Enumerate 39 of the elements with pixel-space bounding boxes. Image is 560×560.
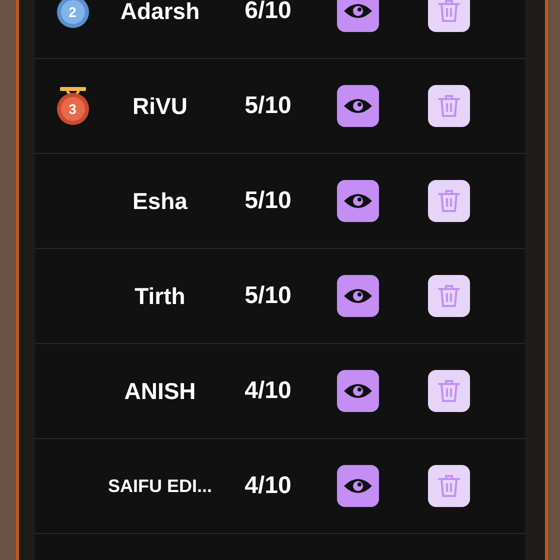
trash-icon — [438, 0, 460, 23]
eye-icon — [343, 477, 373, 495]
medal-icon — [56, 86, 90, 126]
delete-button[interactable] — [428, 180, 470, 222]
trash-icon — [438, 189, 460, 213]
view-button[interactable] — [337, 180, 379, 222]
score: 5/10 — [244, 187, 292, 215]
delete-button[interactable] — [428, 275, 470, 317]
eye-icon — [343, 287, 373, 305]
score: 4/10 — [244, 472, 292, 500]
rank-number: 2 — [68, 2, 76, 20]
view-button[interactable] — [337, 465, 379, 507]
eye-icon — [343, 192, 373, 210]
trash-icon — [438, 284, 460, 308]
medal-icon — [56, 0, 90, 28]
score: 5/10 — [244, 282, 292, 310]
view-button[interactable] — [337, 370, 379, 412]
eye-icon — [343, 382, 373, 400]
view-button[interactable] — [337, 275, 379, 317]
score: 6/10 — [244, 0, 292, 25]
score: 4/10 — [244, 377, 292, 405]
player-name: SAIFU EDI... — [108, 476, 212, 496]
trash-icon — [438, 94, 460, 118]
trash-icon — [438, 474, 460, 498]
delete-button[interactable] — [428, 370, 470, 412]
trash-icon — [438, 379, 460, 403]
delete-button[interactable] — [428, 85, 470, 127]
player-name: Adarsh — [120, 0, 200, 24]
delete-button[interactable] — [428, 465, 470, 507]
rank-number: 3 — [68, 100, 76, 118]
player-name: Esha — [132, 188, 188, 214]
view-button[interactable] — [337, 0, 379, 32]
eye-icon — [343, 2, 373, 20]
player-name: Tirth — [134, 282, 186, 310]
player-name: RiVU — [132, 92, 188, 120]
view-button[interactable] — [337, 85, 379, 127]
player-name: ANISH — [124, 378, 196, 404]
eye-icon — [343, 97, 373, 115]
score: 5/10 — [244, 92, 292, 120]
